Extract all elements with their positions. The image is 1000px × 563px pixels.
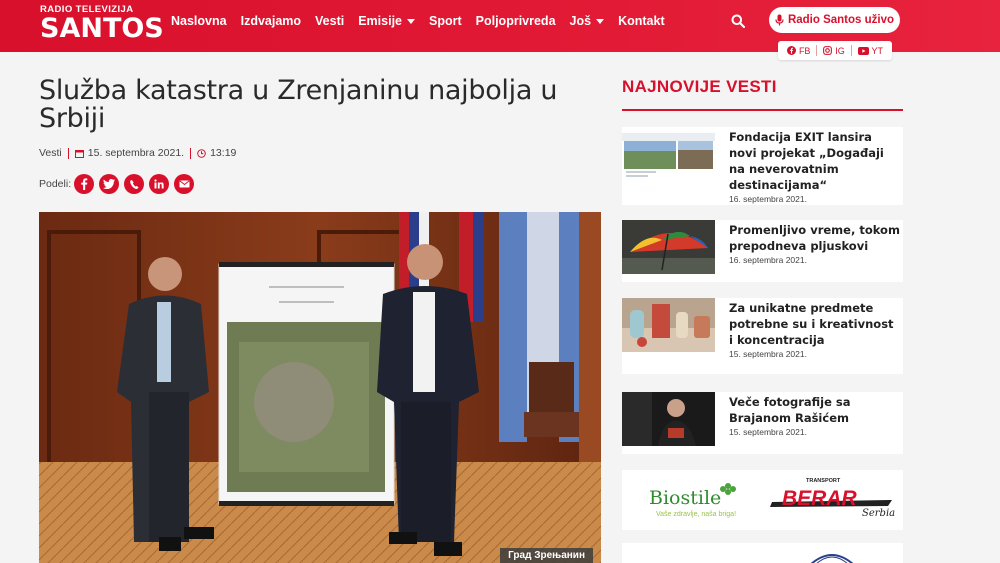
share-linkedin-button[interactable] — [149, 174, 170, 194]
news-item[interactable]: Veče fotografije sa Brajanom Rašićem 15.… — [622, 392, 903, 454]
berar-sub-text: Serbia — [862, 508, 895, 519]
article-date: 15. septembra 2021. — [87, 147, 185, 159]
radio-live-label: Radio Santos uživo — [787, 14, 895, 26]
nav-label: Emisije — [358, 14, 402, 28]
news-item[interactable]: Promenljivo vreme, tokom prepodneva plju… — [622, 220, 903, 282]
search-icon[interactable] — [731, 14, 745, 28]
divider — [622, 109, 903, 111]
nav-item-kontakt[interactable]: Kontakt — [618, 14, 665, 28]
sponsor-banner[interactable]: Biostile Vaše zdravlje, naša briga! TRAN… — [622, 470, 903, 530]
news-date: 16. septembra 2021. — [729, 255, 807, 265]
news-thumbnail-image — [622, 220, 715, 274]
nav-label: Sport — [429, 14, 462, 28]
news-thumbnail[interactable] — [622, 392, 715, 446]
news-thumbnail[interactable] — [622, 127, 715, 181]
news-thumbnail-image — [622, 298, 715, 352]
nav-item-sport[interactable]: Sport — [429, 14, 462, 28]
news-item[interactable]: Fondacija EXIT lansira novi projekat „Do… — [622, 127, 903, 205]
news-item[interactable]: Za unikatne predmete potrebne su i kreat… — [622, 298, 903, 374]
divider — [67, 147, 69, 159]
main-nav: Naslovna Izdvajamo Vesti Emisije Sport P… — [171, 14, 679, 28]
article-photo[interactable]: Град Зрењанин — [39, 212, 601, 563]
chevron-down-icon — [596, 18, 605, 24]
nav-label: Izdvajamo — [240, 14, 302, 28]
facebook-icon — [81, 178, 88, 190]
nav-item-naslovna[interactable]: Naslovna — [171, 14, 227, 28]
news-date: 16. septembra 2021. — [729, 194, 807, 204]
microphone-icon — [775, 14, 784, 26]
social-link-ig[interactable]: IG — [823, 46, 845, 56]
news-text: Promenljivo vreme, tokom prepodneva plju… — [729, 222, 901, 265]
share-facebook-button[interactable] — [74, 174, 95, 194]
article-title: Služba katastra u Zrenjaninu najbolja u … — [39, 75, 558, 134]
news-date: 15. septembra 2021. — [729, 349, 807, 359]
article-category[interactable]: Vesti — [39, 147, 62, 159]
share-viber-button[interactable] — [124, 174, 145, 194]
nav-item-emisije[interactable]: Emisije — [358, 14, 415, 28]
news-thumbnail[interactable] — [622, 220, 715, 274]
calendar-icon — [74, 149, 84, 158]
sponsor-banner[interactable] — [622, 543, 903, 563]
nav-label: Poljoprivreda — [475, 14, 556, 28]
instagram-icon — [823, 46, 833, 55]
news-date: 15. septembra 2021. — [729, 427, 807, 437]
news-text: Za unikatne predmete potrebne su i kreat… — [729, 300, 901, 359]
social-label: YT — [871, 45, 884, 56]
share-twitter-button[interactable] — [99, 174, 120, 194]
facebook-icon — [786, 46, 796, 55]
berar-logo-text: BERAR — [782, 487, 858, 510]
news-text: Veče fotografije sa Brajanom Rašićem 15.… — [729, 394, 901, 437]
linkedin-icon — [154, 179, 164, 189]
chevron-down-icon — [407, 18, 415, 24]
social-label: IG — [835, 45, 845, 56]
social-link-fb[interactable]: FB — [786, 45, 811, 56]
photo-caption: Град Зрењанин — [500, 548, 593, 563]
sponsor-logo-partial — [810, 554, 854, 563]
nav-label: Naslovna — [171, 14, 227, 28]
berar-top-text: TRANSPORT — [806, 478, 841, 484]
biostile-logo-text: Biostile — [649, 487, 721, 509]
share-label: Podeli: — [39, 178, 72, 190]
article-meta: Vesti 15. septembra 2021. 13:19 — [39, 147, 236, 159]
youtube-icon — [857, 46, 869, 55]
nav-item-jos[interactable]: Još — [570, 14, 605, 28]
nav-item-izdvajamo[interactable]: Izdvajamo — [241, 14, 301, 28]
news-title[interactable]: Promenljivo vreme, tokom prepodneva plju… — [729, 222, 901, 254]
nav-item-poljoprivreda[interactable]: Poljoprivreda — [476, 14, 556, 28]
biostile-slogan: Vaše zdravlje, naša briga! — [656, 511, 736, 518]
site-logo[interactable]: RADIO TELEVIZIJA SANTOS — [40, 5, 164, 42]
logo-big-text: SANTOS — [40, 12, 164, 44]
social-links: FB IG YT — [778, 41, 892, 60]
divider — [816, 45, 818, 56]
news-thumbnail[interactable] — [622, 298, 715, 352]
article-time: 13:19 — [210, 147, 237, 159]
sponsor-logos: Biostile Vaše zdravlje, naša briga! TRAN… — [649, 478, 895, 519]
radio-live-button[interactable]: Radio Santos uživo — [769, 7, 900, 33]
nav-item-vesti[interactable]: Vesti — [315, 14, 344, 28]
news-title[interactable]: Fondacija EXIT lansira novi projekat „Do… — [729, 129, 901, 193]
social-label: FB — [798, 45, 811, 56]
article-photo-image — [39, 212, 601, 563]
divider — [850, 45, 852, 56]
divider — [190, 147, 192, 159]
share-email-button[interactable] — [174, 174, 195, 194]
clock-icon — [197, 148, 206, 158]
news-title[interactable]: Za unikatne predmete potrebne su i kreat… — [729, 300, 901, 348]
nav-label: Još — [569, 14, 592, 28]
news-title[interactable]: Veče fotografije sa Brajanom Rašićem — [729, 394, 901, 426]
nav-label: Kontakt — [618, 14, 665, 28]
news-thumbnail-image — [622, 127, 715, 181]
news-text: Fondacija EXIT lansira novi projekat „Do… — [729, 129, 901, 204]
share-bar: Podeli: — [39, 174, 199, 194]
twitter-icon — [103, 179, 116, 189]
social-link-yt[interactable]: YT — [857, 45, 884, 56]
nav-label: Vesti — [315, 14, 345, 28]
sidebar-title: NAJNOVIJE VESTI — [622, 77, 777, 96]
email-icon — [179, 180, 190, 188]
viber-icon — [129, 179, 139, 189]
news-thumbnail-image — [622, 392, 715, 446]
